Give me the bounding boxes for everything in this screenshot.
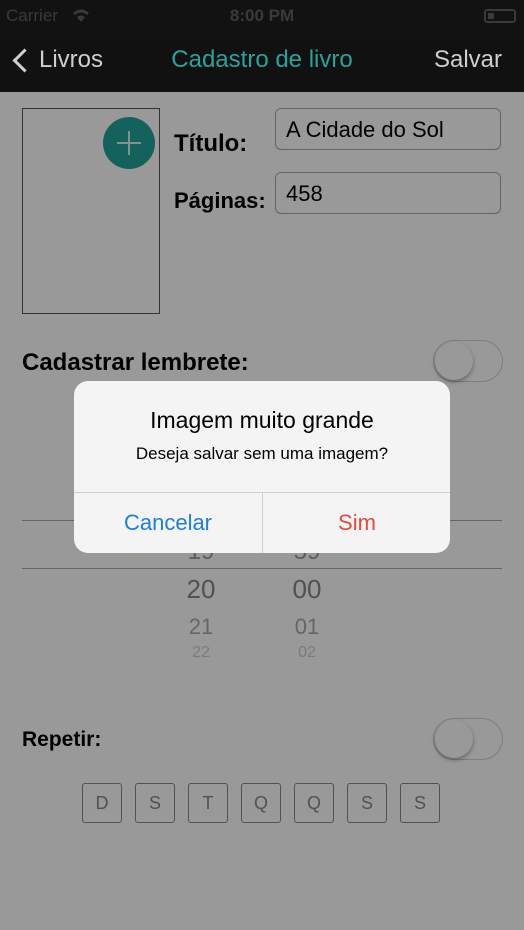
battery-icon <box>484 9 516 23</box>
cancel-button[interactable]: Cancelar <box>74 492 262 553</box>
alert-message: Deseja salvar sem uma imagem? <box>135 444 389 463</box>
status-time: 8:00 PM <box>229 6 295 25</box>
status-bar: Carrier 8:00 PM <box>0 0 524 36</box>
alert-dialog: Imagem muito grande Deseja salvar sem um… <box>74 381 450 553</box>
save-button[interactable]: Salvar <box>434 46 502 74</box>
confirm-button[interactable]: Sim <box>263 492 450 553</box>
navigation-bar: Livros Cadastro de livro Salvar <box>0 36 524 92</box>
alert-title: Imagem muito grande <box>150 407 374 433</box>
